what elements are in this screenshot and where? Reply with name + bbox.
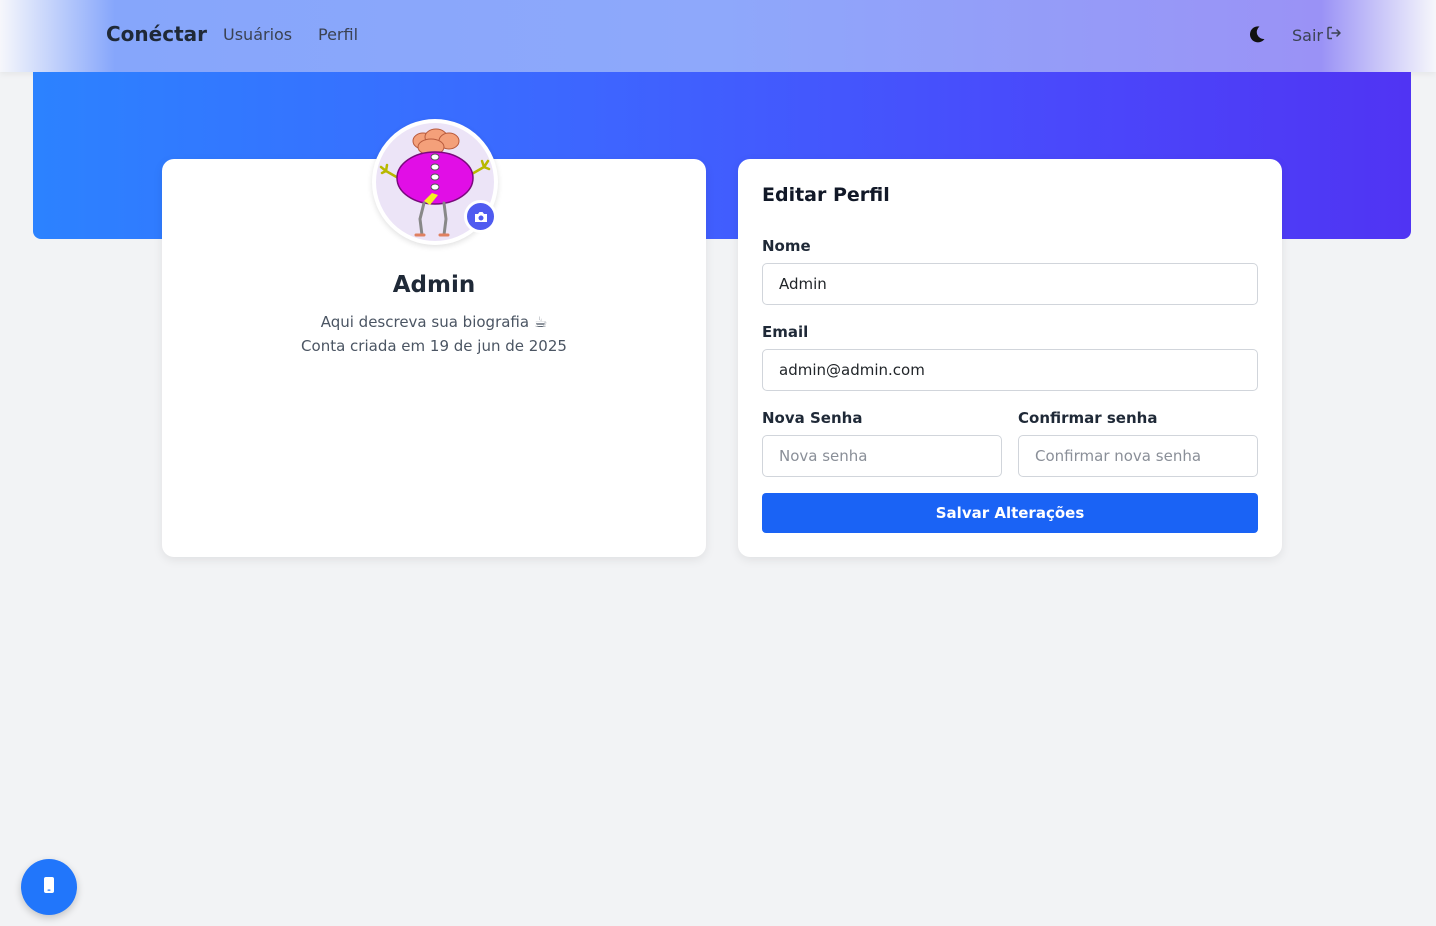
camera-icon[interactable] [464, 200, 497, 233]
edit-profile-title: Editar Perfil [762, 184, 890, 206]
profile-bio: Aqui descreva sua biografia ☕ [320, 313, 548, 331]
confirm-password-label: Confirmar senha [1018, 409, 1158, 427]
new-password-label: Nova Senha [762, 409, 863, 427]
floating-mobile-button[interactable] [21, 859, 77, 915]
moon-icon[interactable] [1247, 24, 1267, 44]
logout-icon [1326, 25, 1342, 45]
name-field[interactable] [762, 263, 1258, 305]
logout-label: Sair [1292, 25, 1323, 45]
nav-link-usuarios[interactable]: Usuários [223, 25, 292, 44]
save-changes-button[interactable]: Salvar Alterações [762, 493, 1258, 533]
profile-name: Admin [392, 272, 476, 298]
name-label: Nome [762, 237, 811, 255]
new-password-field[interactable] [762, 435, 1002, 477]
account-created-date: Conta criada em 19 de jun de 2025 [301, 337, 567, 355]
email-field[interactable] [762, 349, 1258, 391]
confirm-password-field[interactable] [1018, 435, 1258, 477]
nav-link-perfil[interactable]: Perfil [318, 25, 358, 44]
brand-logo[interactable]: Conéctar [106, 22, 207, 46]
mobile-phone-icon [43, 876, 55, 898]
top-navbar: Conéctar Usuários Perfil Sair [0, 0, 1436, 72]
email-label: Email [762, 323, 809, 341]
logout-button[interactable]: Sair [1292, 25, 1342, 45]
